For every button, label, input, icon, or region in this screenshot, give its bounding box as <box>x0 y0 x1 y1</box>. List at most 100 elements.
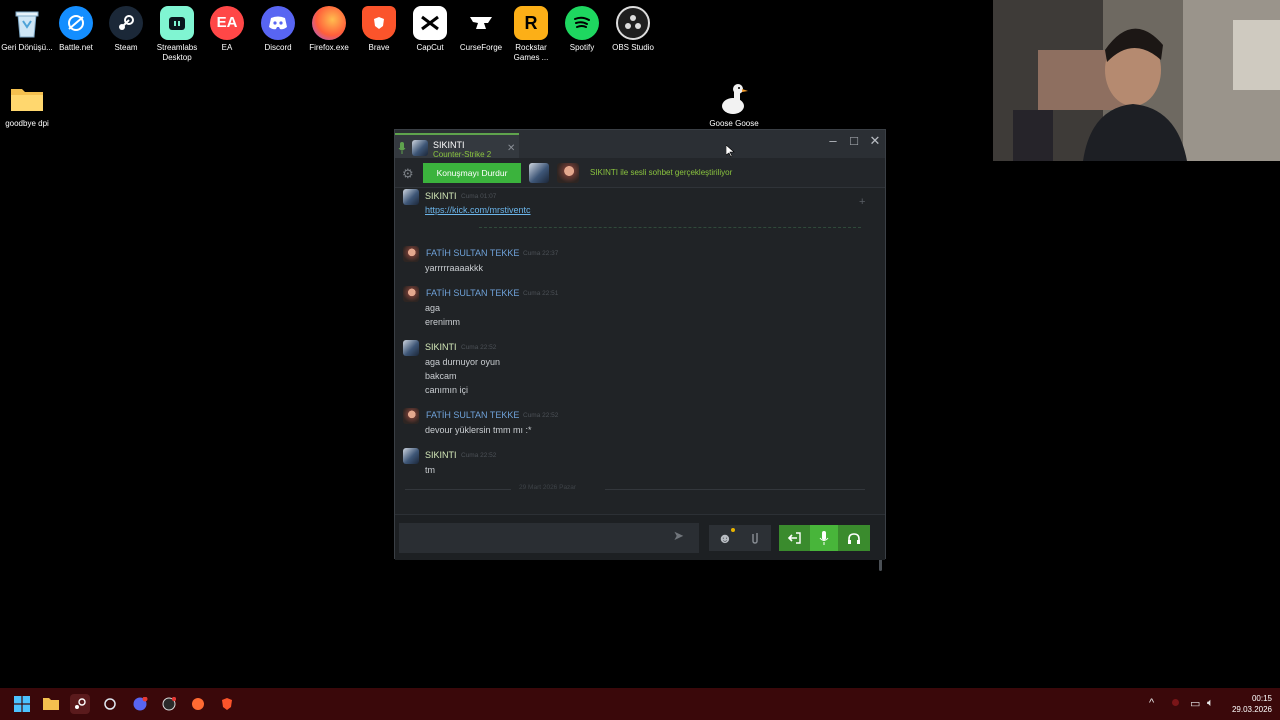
minimize-icon[interactable]: – <box>823 133 843 148</box>
unread-divider <box>479 227 861 228</box>
webcam-overlay <box>993 0 1280 161</box>
goose-icon <box>717 82 751 116</box>
message-text: devour yüklersin tmm mı :* <box>425 425 532 435</box>
discord-shortcut[interactable]: Discord <box>251 6 305 53</box>
message-time: Cuma 22:52 <box>523 412 559 419</box>
rockstar-shortcut[interactable]: R Rockstar Games ... <box>504 6 558 63</box>
message-text: aga durnuyor oyun <box>425 357 501 367</box>
close-tab-icon[interactable]: ✕ <box>507 143 515 154</box>
date-separator-label: 29 Mart 2026 Pazar <box>515 484 581 491</box>
avatar[interactable] <box>403 448 419 464</box>
leave-voice-icon[interactable] <box>780 525 808 551</box>
windows-start-icon[interactable] <box>12 694 32 714</box>
sender-name[interactable]: SIKINTI <box>425 191 457 201</box>
avatar[interactable] <box>403 408 419 424</box>
network-icon[interactable]: ▭ <box>1190 697 1200 710</box>
microphone-icon <box>398 141 406 159</box>
volume-icon[interactable]: 🔈︎ <box>1207 697 1214 710</box>
brave-shortcut[interactable]: Brave <box>352 6 406 53</box>
obs-taskbar-icon[interactable] <box>159 694 179 714</box>
capcut-shortcut[interactable]: CapCut <box>403 6 457 53</box>
avatar[interactable] <box>403 189 419 205</box>
file-explorer-icon[interactable] <box>41 694 61 714</box>
message-text: erenimm <box>425 317 461 327</box>
steam-icon <box>109 6 143 40</box>
recycle-bin-shortcut[interactable]: Geri Dönüşü... <box>0 6 54 53</box>
spotify-shortcut[interactable]: Spotify <box>555 6 609 53</box>
send-icon[interactable]: ➤ <box>673 528 684 544</box>
message-text: bakcam <box>425 371 457 381</box>
firefox-taskbar-icon[interactable] <box>188 694 208 714</box>
headphones-icon[interactable] <box>840 525 868 551</box>
mouse-cursor-icon <box>725 144 735 163</box>
voice-status: SIKINTI ile sesli sohbet gerçekleştirili… <box>590 168 733 177</box>
message-link[interactable]: https://kick.com/mrstiventc <box>425 205 531 215</box>
microphone-icon[interactable] <box>810 525 838 551</box>
discord-icon <box>261 6 295 40</box>
tool-group: ☻ <box>709 525 771 551</box>
taskbar: ^ ▭ 🔈︎ 00:15 29.03.2026 <box>0 688 1280 720</box>
ea-icon: EA <box>210 6 244 40</box>
obs-icon <box>616 6 650 40</box>
stop-voice-button[interactable]: Konuşmayı Durdur <box>423 163 521 183</box>
ea-shortcut[interactable]: EA EA <box>200 6 254 53</box>
battlenet-shortcut[interactable]: Battle.net <box>49 6 103 53</box>
rockstar-icon: R <box>514 6 548 40</box>
chat-tab-sikinti[interactable]: SIKINTI Counter-Strike 2 ✕ <box>395 133 519 159</box>
avatar[interactable] <box>557 163 579 183</box>
battlenet-icon <box>59 6 93 40</box>
voice-controls <box>779 525 870 551</box>
message-text: aga <box>425 303 441 313</box>
goose-shortcut[interactable]: Goose Goose <box>707 82 761 129</box>
add-reaction-icon[interactable]: + <box>859 196 865 208</box>
desktop: Geri Dönüşü... Battle.net Steam Streamla… <box>0 0 1280 688</box>
curseforge-icon <box>464 6 498 40</box>
avatar[interactable] <box>403 286 419 302</box>
close-icon[interactable]: ✕ <box>865 133 885 149</box>
avatar[interactable] <box>403 340 419 356</box>
maximize-icon[interactable]: □ <box>844 133 864 148</box>
avatar[interactable] <box>403 246 419 262</box>
chevron-up-icon[interactable]: ^ <box>1149 697 1154 709</box>
message-time: Cuma 22:52 <box>461 452 497 459</box>
steam-chat-window: SIKINTI Counter-Strike 2 ✕ – □ ✕ ⚙ Konuş… <box>394 129 886 571</box>
obs-shortcut[interactable]: OBS Studio <box>606 6 660 53</box>
sender-name[interactable]: SIKINTI <box>425 342 457 352</box>
capcut-icon <box>413 6 447 40</box>
sender-name[interactable]: FATİH SULTAN TEKKE <box>426 248 519 258</box>
window-titlebar[interactable]: SIKINTI Counter-Strike 2 ✕ – □ ✕ <box>395 130 885 159</box>
brave-taskbar-icon[interactable] <box>217 694 237 714</box>
curseforge-shortcut[interactable]: CurseForge <box>454 6 508 53</box>
message-text: canımın içi <box>425 385 469 395</box>
avatar[interactable] <box>529 163 549 183</box>
gear-icon[interactable]: ⚙ <box>402 166 414 182</box>
tray-app-icon[interactable] <box>1172 699 1179 706</box>
sender-name[interactable]: FATİH SULTAN TEKKE <box>426 410 519 420</box>
goodbye-dpi-folder[interactable]: goodbye dpi <box>0 82 54 129</box>
firefox-shortcut[interactable]: Firefox.exe <box>302 6 356 53</box>
recycle-bin-icon <box>10 6 44 40</box>
voice-chat-bar: ⚙ Konuşmayı Durdur SIKINTI ile sesli soh… <box>395 158 885 188</box>
brave-icon <box>362 6 396 40</box>
sender-name[interactable]: SIKINTI <box>425 450 457 460</box>
message-list[interactable]: SIKINTI Cuma 01:07 https://kick.com/mrst… <box>395 188 882 571</box>
attachment-icon[interactable] <box>741 525 769 551</box>
streamlabs-icon <box>160 6 194 40</box>
message-composer: ➤ ☻ <box>395 514 885 560</box>
notification-dot <box>731 528 735 532</box>
message-time: Cuma 22:37 <box>523 250 559 257</box>
message-input[interactable] <box>399 523 699 553</box>
clock-time: 00:15 <box>1251 694 1272 703</box>
discord-taskbar-icon[interactable] <box>130 694 150 714</box>
message-time: Cuma 22:51 <box>523 290 559 297</box>
divider <box>605 489 865 490</box>
battlenet-taskbar-icon[interactable] <box>100 694 120 714</box>
steam-shortcut[interactable]: Steam <box>99 6 153 53</box>
sender-name[interactable]: FATİH SULTAN TEKKE <box>426 288 519 298</box>
steam-taskbar-icon[interactable] <box>70 694 90 714</box>
system-clock[interactable]: 00:15 29.03.2026 <box>1228 693 1272 715</box>
spotify-icon <box>565 6 599 40</box>
message-text: tm <box>425 465 435 475</box>
streamlabs-shortcut[interactable]: Streamlabs Desktop <box>150 6 204 63</box>
folder-icon <box>10 82 44 116</box>
